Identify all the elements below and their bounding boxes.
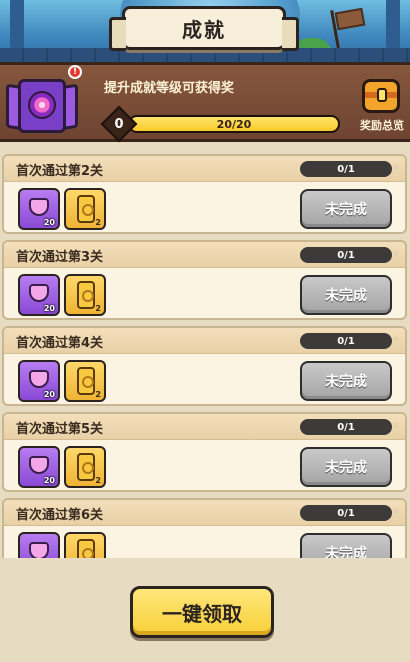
reward-card[interactable]: 2 (64, 446, 106, 488)
card-corner-dot (393, 422, 399, 428)
achievement-card: 首次通过第3关 0/1 20 2 未完成 (2, 240, 407, 320)
reward-quantity: 2 (95, 218, 101, 227)
achievement-card-header: 首次通过第5关 0/1 (4, 414, 405, 440)
card-icon (77, 281, 95, 309)
reward-card[interactable]: 2 (64, 188, 106, 230)
card-icon (77, 195, 95, 223)
incomplete-status-button[interactable]: 未完成 (300, 275, 392, 315)
bottom-bar: 一键领取 (0, 558, 410, 662)
card-icon (77, 539, 95, 558)
reward-trophy[interactable]: 20 (18, 446, 60, 488)
chest-lock (377, 88, 387, 102)
achievement-title: 首次通过第4关 (16, 336, 104, 351)
reward-quantity: 20 (43, 218, 55, 227)
achievement-card-header: 首次通过第2关 0/1 (4, 156, 405, 182)
incomplete-status-button[interactable]: 未完成 (300, 533, 392, 558)
scene-flag (334, 7, 366, 31)
page-title: 成就 (182, 17, 226, 42)
card-icon (77, 367, 95, 395)
achievement-level-panel: ! 提升成就等级可获得奖 20/20 0 奖励总览 (0, 62, 410, 143)
trophy-icon (29, 456, 49, 474)
trophy-icon (29, 542, 49, 558)
reward-quantity: 2 (95, 476, 101, 485)
achievement-card-header: 首次通过第6关 0/1 (4, 500, 405, 526)
reward-trophy[interactable]: 20 (18, 188, 60, 230)
claim-all-button[interactable]: 一键领取 (130, 586, 274, 638)
level-number: 0 (114, 116, 124, 132)
incomplete-status-button[interactable]: 未完成 (300, 189, 392, 229)
reward-quantity: 20 (43, 390, 55, 399)
reward-trophy[interactable]: 20 (18, 532, 60, 558)
reward-card[interactable]: 2 (64, 274, 106, 316)
reward-quantity: 20 (43, 476, 55, 485)
trophy-icon (29, 198, 49, 216)
reward-card[interactable]: 2 (64, 360, 106, 402)
achievement-title: 首次通过第6关 (16, 508, 104, 523)
card-icon (77, 453, 95, 481)
reward-trophy[interactable]: 20 (18, 274, 60, 316)
title-banner: 成就 (109, 6, 299, 51)
incomplete-status-button[interactable]: 未完成 (300, 361, 392, 401)
achievement-badge-icon[interactable] (6, 75, 78, 137)
achievement-card: 首次通过第2关 0/1 20 2 未完成 (2, 154, 407, 234)
achievement-list[interactable]: 首次通过第2关 0/1 20 2 未完成 首次通过第3关 0/1 20 2 未完… (0, 148, 410, 558)
achievement-progress-pill: 0/1 (300, 247, 392, 263)
reward-quantity: 20 (43, 304, 55, 313)
reward-overview-label: 奖励总览 (360, 119, 404, 132)
badge-gem (28, 91, 56, 119)
achievement-progress-pill: 0/1 (300, 505, 392, 521)
reward-trophy[interactable]: 20 (18, 360, 60, 402)
achievement-card: 首次通过第4关 0/1 20 2 未完成 (2, 326, 407, 406)
card-corner-dot (393, 164, 399, 170)
achievement-card: 首次通过第6关 0/1 20 2 未完成 (2, 498, 407, 558)
level-hint: 提升成就等级可获得奖 (104, 81, 235, 96)
reward-quantity: 2 (95, 304, 101, 313)
level-progress-text: 20/20 (216, 117, 252, 131)
reward-quantity: 2 (95, 390, 101, 399)
achievement-card-header: 首次通过第3关 0/1 (4, 242, 405, 268)
card-corner-dot (393, 250, 399, 256)
incomplete-status-button[interactable]: 未完成 (300, 447, 392, 487)
trophy-icon (29, 370, 49, 388)
achievement-progress-pill: 0/1 (300, 333, 392, 349)
treasure-chest-icon (362, 79, 400, 113)
achievement-progress-pill: 0/1 (300, 419, 392, 435)
achievement-title: 首次通过第5关 (16, 422, 104, 437)
achievement-title: 首次通过第3关 (16, 250, 104, 265)
achievement-title: 首次通过第2关 (16, 164, 104, 179)
card-corner-dot (393, 336, 399, 342)
achievement-progress-pill: 0/1 (300, 161, 392, 177)
reward-card[interactable]: 2 (64, 532, 106, 558)
alert-badge: ! (68, 65, 82, 79)
trophy-icon (29, 284, 49, 302)
achievement-card-header: 首次通过第4关 0/1 (4, 328, 405, 354)
achievement-card: 首次通过第5关 0/1 20 2 未完成 (2, 412, 407, 492)
card-corner-dot (393, 508, 399, 514)
level-progress-bar: 20/20 (128, 115, 340, 133)
reward-overview-button[interactable]: 奖励总览 (356, 79, 408, 141)
